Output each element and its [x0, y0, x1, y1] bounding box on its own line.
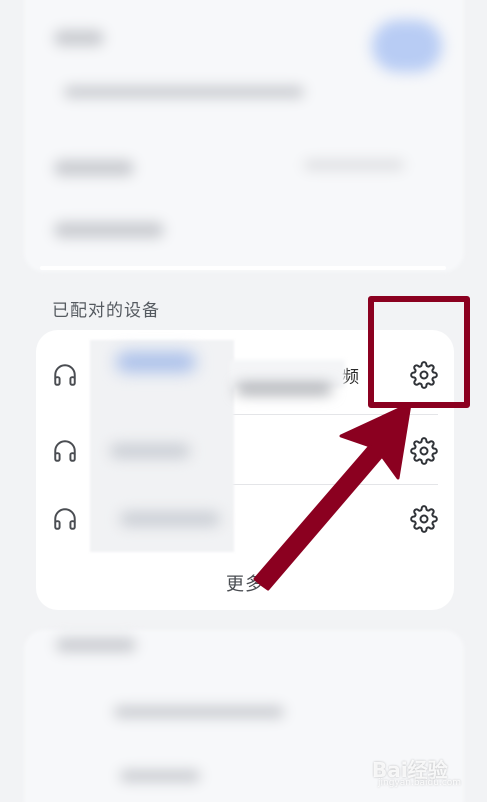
headphones-icon	[54, 364, 76, 386]
bluetooth-settings-page: 已配对的设备 频 更多 Bai经验 jingyan.baidu.com	[0, 0, 487, 802]
headphones-icon	[54, 508, 76, 530]
blurred-text	[54, 30, 104, 46]
watermark-url: jingyan.baidu.com	[378, 778, 462, 788]
gear-icon[interactable]	[410, 505, 438, 533]
paired-devices-title: 已配对的设备	[52, 301, 160, 321]
blurred-text	[236, 384, 332, 394]
card-edge	[40, 266, 446, 270]
blurred-text	[304, 160, 404, 170]
more-button[interactable]: 更多	[36, 570, 454, 596]
blurred-toggle	[372, 20, 442, 72]
blurred-text	[54, 160, 134, 176]
annotation-highlight-box	[368, 296, 470, 408]
blurred-text	[110, 444, 190, 458]
blurred-text	[64, 86, 304, 98]
blurred-text	[120, 770, 200, 782]
baidu-jingyan-watermark: Bai经验 jingyan.baidu.com	[372, 752, 472, 792]
headphones-icon	[54, 440, 76, 462]
gear-icon[interactable]	[410, 437, 438, 465]
blurred-text	[56, 638, 136, 652]
blurred-text	[54, 222, 164, 238]
blurred-text	[120, 512, 220, 526]
blurred-text	[114, 706, 284, 718]
blurred-text	[116, 352, 196, 372]
